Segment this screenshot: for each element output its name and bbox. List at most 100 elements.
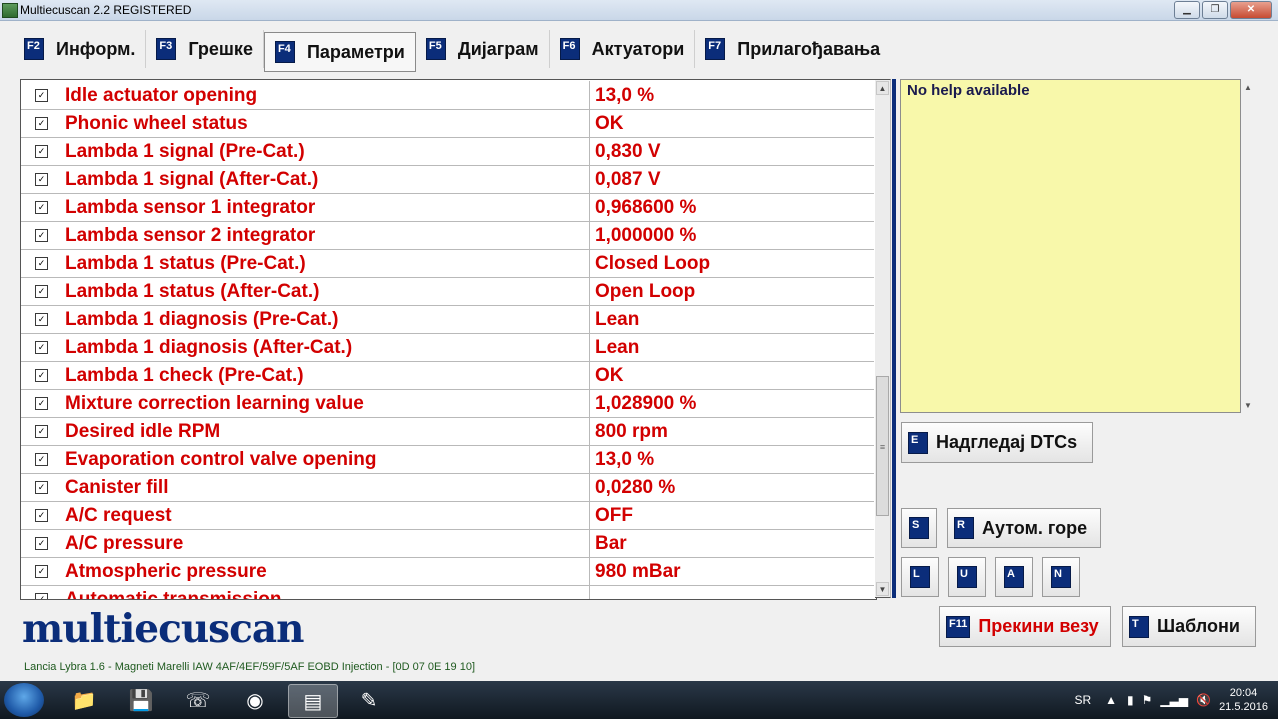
grid-scrollbar[interactable]: ▲ ≡ ▼	[875, 79, 891, 598]
param-value: Lean	[595, 337, 640, 358]
param-name: Desired idle RPM	[65, 421, 221, 442]
row-checkbox[interactable]: ✓	[35, 509, 48, 522]
u-button[interactable]: U	[948, 557, 986, 597]
table-row[interactable]: ✓ Lambda 1 status (Pre-Cat.) Closed Loop	[21, 249, 874, 278]
row-checkbox[interactable]: ✓	[35, 145, 48, 158]
close-icon[interactable]: ✕	[1230, 1, 1272, 19]
row-checkbox[interactable]: ✓	[35, 397, 48, 410]
a-button[interactable]: A	[995, 557, 1033, 597]
multiecuscan-icon[interactable]: ▤	[288, 684, 338, 718]
minimize-icon[interactable]: ▁	[1174, 1, 1200, 19]
scroll-down-icon[interactable]: ▼	[1244, 401, 1252, 410]
row-checkbox[interactable]: ✓	[35, 89, 48, 102]
fkey-badge: F6	[559, 38, 580, 60]
table-row[interactable]: ✓ Lambda 1 signal (Pre-Cat.) 0,830 V	[21, 137, 874, 166]
table-row[interactable]: ✓ Canister fill 0,0280 %	[21, 473, 874, 502]
table-row[interactable]: ✓ Atmospheric pressure 980 mBar	[21, 557, 874, 586]
column-separator	[589, 557, 590, 585]
table-row[interactable]: ✓ Lambda 1 signal (After-Cat.) 0,087 V	[21, 165, 874, 194]
l-button[interactable]: L	[901, 557, 939, 597]
tab-label: Прилагођавања	[737, 38, 881, 59]
language-indicator[interactable]: SR	[1074, 693, 1091, 707]
start-icon[interactable]	[4, 683, 44, 717]
column-separator	[589, 501, 590, 529]
row-checkbox[interactable]: ✓	[35, 453, 48, 466]
parameter-grid: ✓ Idle actuator opening 13,0 % ✓ Phonic whee…	[20, 79, 877, 600]
table-row[interactable]: ✓ Automatic transmission	[21, 585, 874, 599]
panel-divider[interactable]	[892, 79, 896, 598]
row-checkbox[interactable]: ✓	[35, 285, 48, 298]
param-name: Phonic wheel status	[65, 113, 248, 134]
volume-icon[interactable]: 🔇	[1196, 693, 1211, 707]
help-scrollbar[interactable]: ▲ ▼	[1242, 79, 1256, 413]
fkey-badge: N	[1051, 566, 1071, 588]
fkey-badge: E	[908, 431, 928, 454]
chrome-icon[interactable]: ◉	[231, 684, 279, 716]
fkey-badge: F4	[274, 41, 295, 63]
param-value: 980 mBar	[595, 561, 681, 582]
flag-icon[interactable]: ⚑	[1142, 693, 1153, 707]
row-checkbox[interactable]: ✓	[35, 313, 48, 326]
table-row[interactable]: ✓ Idle actuator opening 13,0 %	[21, 81, 874, 110]
table-row[interactable]: ✓ Mixture correction learning value 1,0289…	[21, 389, 874, 418]
monitor-dtc-button[interactable]: E Надгледај DTCs	[901, 422, 1093, 463]
table-row[interactable]: ✓ Lambda 1 diagnosis (Pre-Cat.) Lean	[21, 305, 874, 334]
tab-adaptations[interactable]: F7 Прилагођавања	[695, 30, 890, 68]
table-row[interactable]: ✓ Lambda 1 check (Pre-Cat.) OK	[21, 361, 874, 390]
row-checkbox[interactable]: ✓	[35, 481, 48, 494]
param-value: 1,000000 %	[595, 225, 697, 246]
column-separator	[589, 389, 590, 417]
n-button[interactable]: N	[1042, 557, 1080, 597]
table-row[interactable]: ✓ A/C request OFF	[21, 501, 874, 530]
row-checkbox[interactable]: ✓	[35, 257, 48, 270]
param-value: Open Loop	[595, 281, 696, 302]
scroll-up-icon[interactable]: ▲	[876, 81, 889, 95]
viber-icon[interactable]: ☏	[174, 684, 222, 716]
tab-info[interactable]: F2 Информ.	[14, 30, 147, 68]
row-checkbox[interactable]: ✓	[35, 229, 48, 242]
tray-expand-icon[interactable]: ▲	[1105, 693, 1117, 707]
param-value: OFF	[595, 505, 633, 526]
row-checkbox[interactable]: ✓	[35, 425, 48, 438]
paint-icon[interactable]: ✎	[345, 684, 393, 716]
clock[interactable]: 20:04 21.5.2016	[1219, 686, 1268, 714]
table-row[interactable]: ✓ Evaporation control valve opening 13,0 %	[21, 445, 874, 474]
tab-diagram[interactable]: F5 Дијаграм	[416, 30, 550, 68]
tab-errors[interactable]: F3 Грешке	[146, 30, 264, 68]
tab-actuators[interactable]: F6 Актуатори	[550, 30, 696, 68]
table-row[interactable]: ✓ Lambda 1 diagnosis (After-Cat.) Lean	[21, 333, 874, 362]
maximize-icon[interactable]: ❐	[1202, 1, 1228, 19]
s-button[interactable]: S	[901, 508, 937, 548]
row-checkbox[interactable]: ✓	[35, 341, 48, 354]
row-checkbox[interactable]: ✓	[35, 537, 48, 550]
scroll-up-icon[interactable]: ▲	[1244, 83, 1252, 92]
disconnect-button[interactable]: F11 Прекини везу	[939, 606, 1111, 647]
scroll-down-icon[interactable]: ▼	[876, 582, 889, 596]
table-row[interactable]: ✓ Desired idle RPM 800 rpm	[21, 417, 874, 446]
row-checkbox[interactable]: ✓	[35, 369, 48, 382]
auto-scroll-up-button[interactable]: R Аутом. горе	[947, 508, 1101, 548]
tab-parameters[interactable]: F4 Параметри	[263, 32, 416, 72]
table-row[interactable]: ✓ A/C pressure Bar	[21, 529, 874, 558]
table-row[interactable]: ✓ Phonic wheel status OK	[21, 109, 874, 138]
column-separator	[589, 417, 590, 445]
scroll-thumb[interactable]: ≡	[876, 376, 889, 516]
signal-icon[interactable]: ▁▃▅	[1160, 693, 1188, 707]
param-name: Lambda sensor 2 integrator	[65, 225, 316, 246]
column-separator	[589, 585, 590, 599]
fkey-badge: F5	[425, 38, 446, 60]
table-row[interactable]: ✓ Lambda sensor 2 integrator 1,000000 %	[21, 221, 874, 250]
row-checkbox[interactable]: ✓	[35, 593, 48, 599]
battery-icon[interactable]: ▮	[1127, 693, 1134, 707]
row-checkbox[interactable]: ✓	[35, 201, 48, 214]
folder-icon[interactable]: 📁	[60, 684, 108, 716]
row-checkbox[interactable]: ✓	[35, 565, 48, 578]
row-checkbox[interactable]: ✓	[35, 173, 48, 186]
save-icon[interactable]: 💾	[117, 684, 165, 716]
column-separator	[589, 81, 590, 109]
table-row[interactable]: ✓ Lambda sensor 1 integrator 0,968600 %	[21, 193, 874, 222]
templates-button[interactable]: T Шаблони	[1122, 606, 1256, 647]
row-checkbox[interactable]: ✓	[35, 117, 48, 130]
column-separator	[589, 193, 590, 221]
table-row[interactable]: ✓ Lambda 1 status (After-Cat.) Open Loop	[21, 277, 874, 306]
